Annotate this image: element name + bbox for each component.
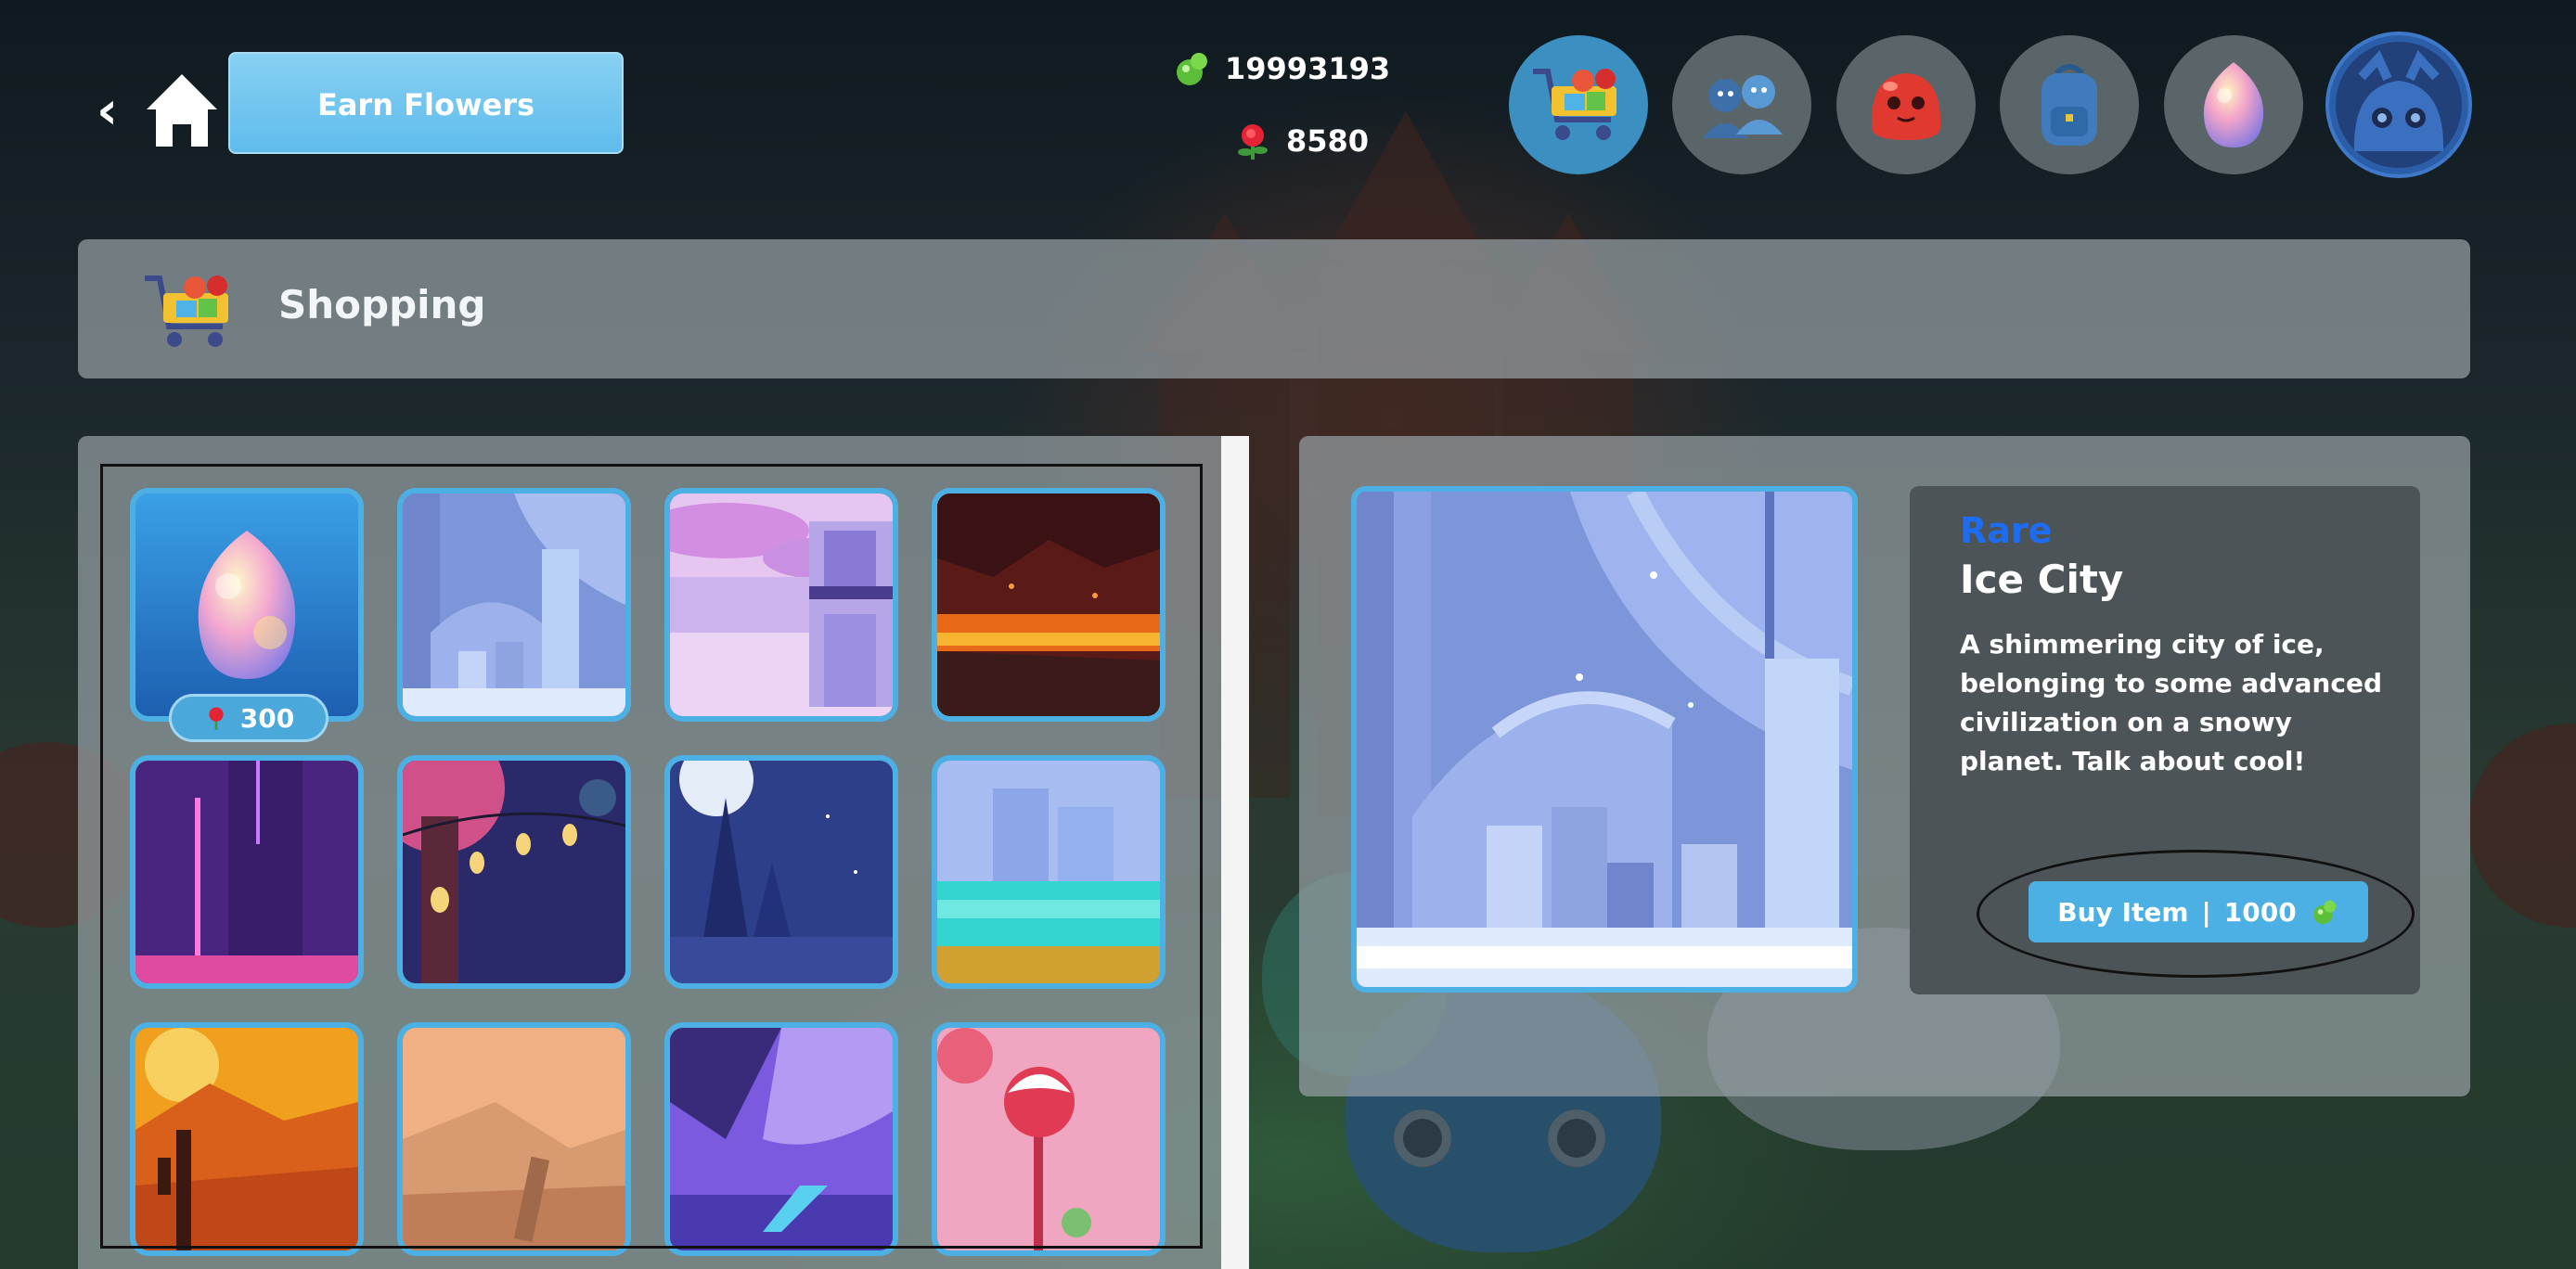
item-preview-image <box>1351 486 1858 993</box>
buy-price: 1000 <box>2223 896 2297 928</box>
page-title: Shopping <box>278 282 486 327</box>
nav-profile-button[interactable] <box>2329 35 2468 174</box>
nav-eggs-button[interactable] <box>2164 35 2303 174</box>
friends-icon <box>1703 75 1783 138</box>
shopping-cart-icon <box>1533 69 1616 140</box>
nav-inventory-button[interactable] <box>2000 35 2139 174</box>
grid-focus-outline <box>100 464 1203 1249</box>
rose-count: 8580 <box>1286 123 1370 159</box>
home-icon[interactable] <box>145 72 219 148</box>
profile-avatar-icon <box>2336 42 2462 168</box>
gem-balance: 19993193 <box>1171 48 1390 89</box>
egg-icon <box>2203 62 2264 147</box>
red-slime-icon <box>1871 73 1941 140</box>
item-rarity: Rare <box>1960 510 2053 551</box>
rose-icon <box>1238 124 1268 160</box>
item-description: A shimmering city of ice, belonging to s… <box>1960 629 2382 776</box>
shop-header: Shopping <box>78 239 2470 378</box>
earn-flowers-button[interactable]: Earn Flowers <box>228 52 624 154</box>
nav-pet-button[interactable] <box>1836 35 1976 174</box>
gem-icon <box>2313 900 2337 925</box>
back-arrow-icon[interactable]: ‹ <box>97 85 118 137</box>
backpack-icon <box>2041 64 2097 146</box>
buy-label: Buy Item <box>2057 896 2189 928</box>
ice-city-preview <box>1357 492 1852 987</box>
buy-separator: | <box>2201 896 2211 928</box>
shopping-cart-icon <box>145 276 228 347</box>
rose-balance: 8580 <box>1232 121 1369 161</box>
nav-shop-button[interactable] <box>1509 35 1648 174</box>
nav-friends-button[interactable] <box>1672 35 1811 174</box>
gem-icon <box>1177 53 1207 85</box>
gem-count: 19993193 <box>1225 51 1391 86</box>
buy-item-button[interactable]: Buy Item | 1000 <box>2029 881 2368 942</box>
shop-grid-scrollbar[interactable] <box>1221 436 1249 1269</box>
item-name: Ice City <box>1960 557 2124 602</box>
